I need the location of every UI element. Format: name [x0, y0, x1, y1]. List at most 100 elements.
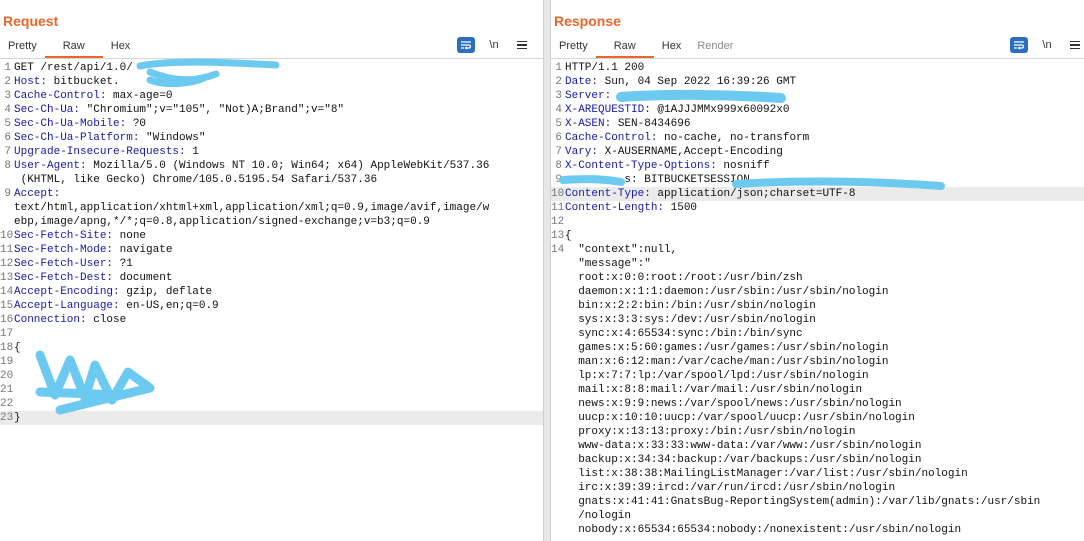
- line-text: Sec-Fetch-Site: none: [13, 229, 146, 243]
- header-name: Accept-Language:: [14, 300, 120, 312]
- response-code-line: 14 "context":null,: [551, 243, 1084, 257]
- response-code-line: 10 Content-Type: application/json;charset…: [551, 187, 1084, 201]
- line-number: 13: [551, 230, 565, 242]
- line-text: [564, 215, 565, 229]
- line-number: 11: [0, 244, 14, 256]
- line-number: [551, 313, 564, 327]
- header-name: Sec-Ch-Ua-Mobile:: [14, 118, 127, 130]
- header-value: close: [86, 314, 127, 326]
- request-code-line: 7 Upgrade-Insecure-Requests: 1: [0, 145, 543, 159]
- request-code-line: 8 User-Agent: Mozilla/5.0 (Windows NT 10.…: [0, 159, 543, 173]
- line-number: [551, 481, 564, 495]
- header-value: 1500: [664, 202, 698, 214]
- line-text: /nologin: [565, 510, 632, 522]
- request-code-line: 18{: [0, 341, 543, 355]
- response-code-line: gnats:x:41:41:GnatsBug-ReportingSystem(a…: [551, 495, 1084, 509]
- request-tab-hex[interactable]: Hex: [103, 38, 139, 58]
- line-number: 20: [0, 370, 14, 382]
- response-code-line: 11 Content-Length: 1500: [551, 201, 1084, 215]
- request-code-line: 12 Sec-Fetch-User: ?1: [0, 257, 543, 271]
- response-tab-hex[interactable]: Hex: [654, 38, 690, 58]
- response-code-line: www-data:x:33:33:www-data:/var/www:/usr/…: [551, 439, 1084, 453]
- request-code-line: 21: [0, 383, 543, 397]
- request-editor[interactable]: 1 GET /rest/api/1.0/2 Host: bitbucket. 3 Cac…: [0, 58, 543, 541]
- request-tab-raw[interactable]: Raw: [44, 38, 103, 58]
- line-text: root:x:0:0:root:/root:/usr/bin/zsh: [565, 272, 803, 284]
- line-text: nobody:x:65534:65534:nobody:/nonexistent…: [565, 524, 962, 536]
- line-number: 22: [0, 398, 14, 410]
- line-number: [551, 383, 564, 397]
- request-tab-pretty[interactable]: Pretty: [0, 38, 45, 58]
- header-name: Cache-Control:: [565, 132, 658, 144]
- request-code-line: 3 Cache-Control: max-age=0: [0, 89, 543, 103]
- header-name: Cache-Control:: [14, 90, 107, 102]
- line-text: Cache-Control: max-age=0: [13, 89, 172, 103]
- line-text: X-ASEN: SEN-8434696: [564, 117, 690, 131]
- response-tab-raw[interactable]: Raw: [595, 38, 654, 58]
- request-code-line: 13 Sec-Fetch-Dest: document: [0, 271, 543, 285]
- line-text: "message":": [565, 258, 651, 270]
- response-code-line: 6 Cache-Control: no-cache, no-transform: [551, 131, 1084, 145]
- line-text: GET /rest/api/1.0/: [14, 62, 133, 74]
- wrap-lines-icon[interactable]: [457, 37, 475, 53]
- header-name: User-Agent:: [14, 160, 87, 172]
- response-code-line: backup:x:34:34:backup:/var/backups:/usr/…: [551, 453, 1084, 467]
- header-name: Server:: [565, 90, 612, 102]
- line-text: Host: bitbucket.: [13, 75, 120, 89]
- response-code-line: daemon:x:1:1:daemon:/usr/sbin:/usr/sbin/…: [551, 285, 1084, 299]
- line-number: 14: [551, 244, 565, 256]
- line-text: man:x:6:12:man:/var/cache/man:/usr/sbin/…: [565, 356, 889, 368]
- header-value: SEN-8434696: [611, 118, 691, 130]
- header-name: Content-Length:: [565, 202, 665, 214]
- line-text: games:x:5:60:games:/usr/games:/usr/sbin/…: [565, 342, 889, 354]
- wrap-lines-icon[interactable]: [1010, 37, 1028, 53]
- line-number: 4: [555, 104, 562, 116]
- request-code-line: 20: [0, 369, 543, 383]
- response-code-line: 5 X-ASEN: SEN-8434696: [551, 117, 1084, 131]
- menu-icon[interactable]: [1066, 37, 1084, 53]
- header-value: en-US,en;q=0.9: [119, 300, 219, 312]
- line-number: 7: [555, 146, 562, 158]
- response-code-line: 12: [551, 215, 1084, 229]
- header-value: @1AJJJMMx999x60092x0: [650, 104, 790, 116]
- request-code-line: 15 Accept-Language: en-US,en;q=0.9: [0, 299, 543, 313]
- request-code-line: 14 Accept-Encoding: gzip, deflate: [0, 285, 543, 299]
- response-editor[interactable]: 1 HTTP/1.1 200 2 Date: Sun, 04 Sep 2022 16:…: [551, 58, 1084, 541]
- line-text: Connection: close: [13, 313, 126, 327]
- header-value: "Chromium";v="105", "Not)A;Brand";v="8": [80, 104, 345, 116]
- newline-toggle-button[interactable]: \n: [485, 37, 503, 53]
- request-tools: \n: [457, 37, 531, 53]
- line-number: [0, 173, 13, 187]
- response-code-line: "message":": [551, 257, 1084, 271]
- newline-toggle-button[interactable]: \n: [1038, 37, 1056, 53]
- response-tab-render[interactable]: Render: [689, 38, 741, 58]
- response-tab-pretty[interactable]: Pretty: [551, 38, 596, 58]
- header-name: Sec-Ch-Ua-Platform:: [14, 132, 140, 144]
- line-text: mail:x:8:8:mail:/var/mail:/usr/sbin/nolo…: [565, 384, 863, 396]
- line-text: Sec-Fetch-Mode: navigate: [13, 243, 172, 257]
- response-code-line: root:x:0:0:root:/root:/usr/bin/zsh: [551, 271, 1084, 285]
- line-number: [551, 523, 564, 537]
- line-number: 6: [555, 132, 562, 144]
- header-name: Content-Type:: [565, 188, 651, 200]
- line-number: [0, 201, 13, 215]
- line-number: 5: [4, 118, 11, 130]
- line-text: proxy:x:13:13:proxy:/bin:/usr/sbin/nolog…: [565, 426, 856, 438]
- request-code: 1 GET /rest/api/1.0/2 Host: bitbucket. 3 Cac…: [0, 61, 543, 425]
- request-title: Request: [3, 13, 59, 29]
- line-text: (KHTML, like Gecko) Chrome/105.0.5195.54…: [14, 174, 378, 186]
- response-code-line: man:x:6:12:man:/var/cache/man:/usr/sbin/…: [551, 355, 1084, 369]
- request-code-line: text/html,application/xhtml+xml,applicat…: [0, 201, 543, 215]
- response-code-line: 9 s: BITBUCKETSESSION: [551, 173, 1084, 187]
- menu-icon[interactable]: [513, 37, 531, 53]
- line-number: [551, 341, 564, 355]
- line-number: 12: [0, 258, 14, 270]
- line-text: Vary: X-AUSERNAME,Accept-Encoding: [564, 145, 783, 159]
- header-value: document: [113, 272, 173, 284]
- header-name: X-ASEN:: [565, 118, 612, 130]
- header-value: no-cache, no-transform: [657, 132, 810, 144]
- header-value: 1: [185, 146, 199, 158]
- line-text: gnats:x:41:41:GnatsBug-ReportingSystem(a…: [565, 496, 1041, 508]
- header-name: X-Content-Type-Options:: [565, 160, 717, 172]
- pane-divider[interactable]: [543, 0, 551, 541]
